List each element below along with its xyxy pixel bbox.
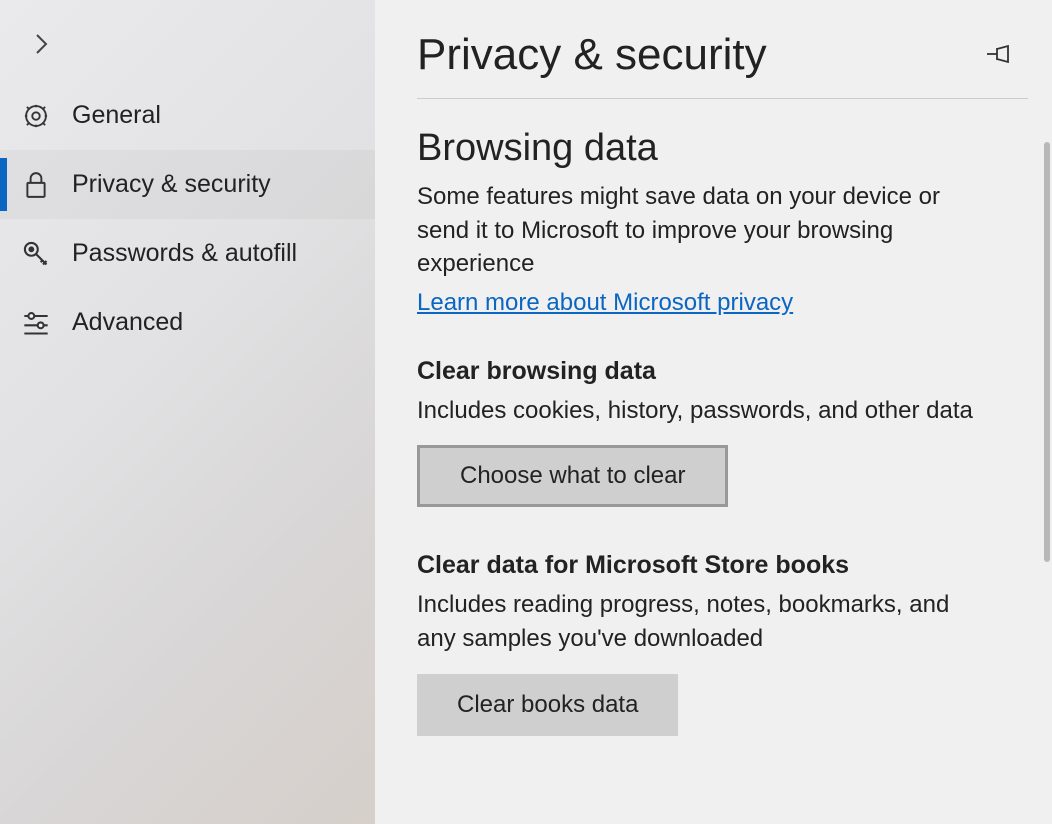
sidebar-item-label: Privacy & security (72, 170, 271, 199)
sidebar-item-label: General (72, 101, 161, 130)
pin-icon (986, 53, 1014, 68)
browsing-data-description: Some features might save data on your de… (417, 180, 987, 281)
gear-icon (22, 102, 50, 130)
page-title: Privacy & security (417, 30, 767, 80)
sidebar-item-passwords[interactable]: Passwords & autofill (0, 219, 375, 288)
expand-button[interactable] (28, 30, 56, 58)
main-header: Privacy & security (417, 30, 1028, 99)
scrollbar-thumb[interactable] (1044, 142, 1050, 562)
clear-browsing-description: Includes cookies, history, passwords, an… (417, 394, 987, 428)
browsing-data-title: Browsing data (417, 127, 1028, 170)
learn-more-link[interactable]: Learn more about Microsoft privacy (417, 289, 793, 317)
chevron-right-icon (28, 30, 56, 58)
sliders-icon (22, 309, 50, 337)
clear-books-title: Clear data for Microsoft Store books (417, 551, 1028, 580)
clear-books-data-button[interactable]: Clear books data (417, 674, 678, 736)
sidebar-top (0, 20, 375, 81)
choose-what-to-clear-button[interactable]: Choose what to clear (417, 445, 728, 507)
sidebar-item-label: Advanced (72, 308, 183, 337)
lock-icon (22, 171, 50, 199)
pin-button[interactable] (982, 39, 1018, 72)
sidebar-item-advanced[interactable]: Advanced (0, 288, 375, 357)
main-content: Privacy & security Browsing data Some fe… (375, 0, 1052, 824)
clear-browsing-title: Clear browsing data (417, 357, 1028, 386)
key-icon (22, 240, 50, 268)
sidebar-item-general[interactable]: General (0, 81, 375, 150)
sidebar-item-privacy[interactable]: Privacy & security (0, 150, 375, 219)
settings-sidebar: General Privacy & security Passwords & a… (0, 0, 375, 824)
clear-books-description: Includes reading progress, notes, bookma… (417, 588, 987, 655)
sidebar-item-label: Passwords & autofill (72, 239, 297, 268)
